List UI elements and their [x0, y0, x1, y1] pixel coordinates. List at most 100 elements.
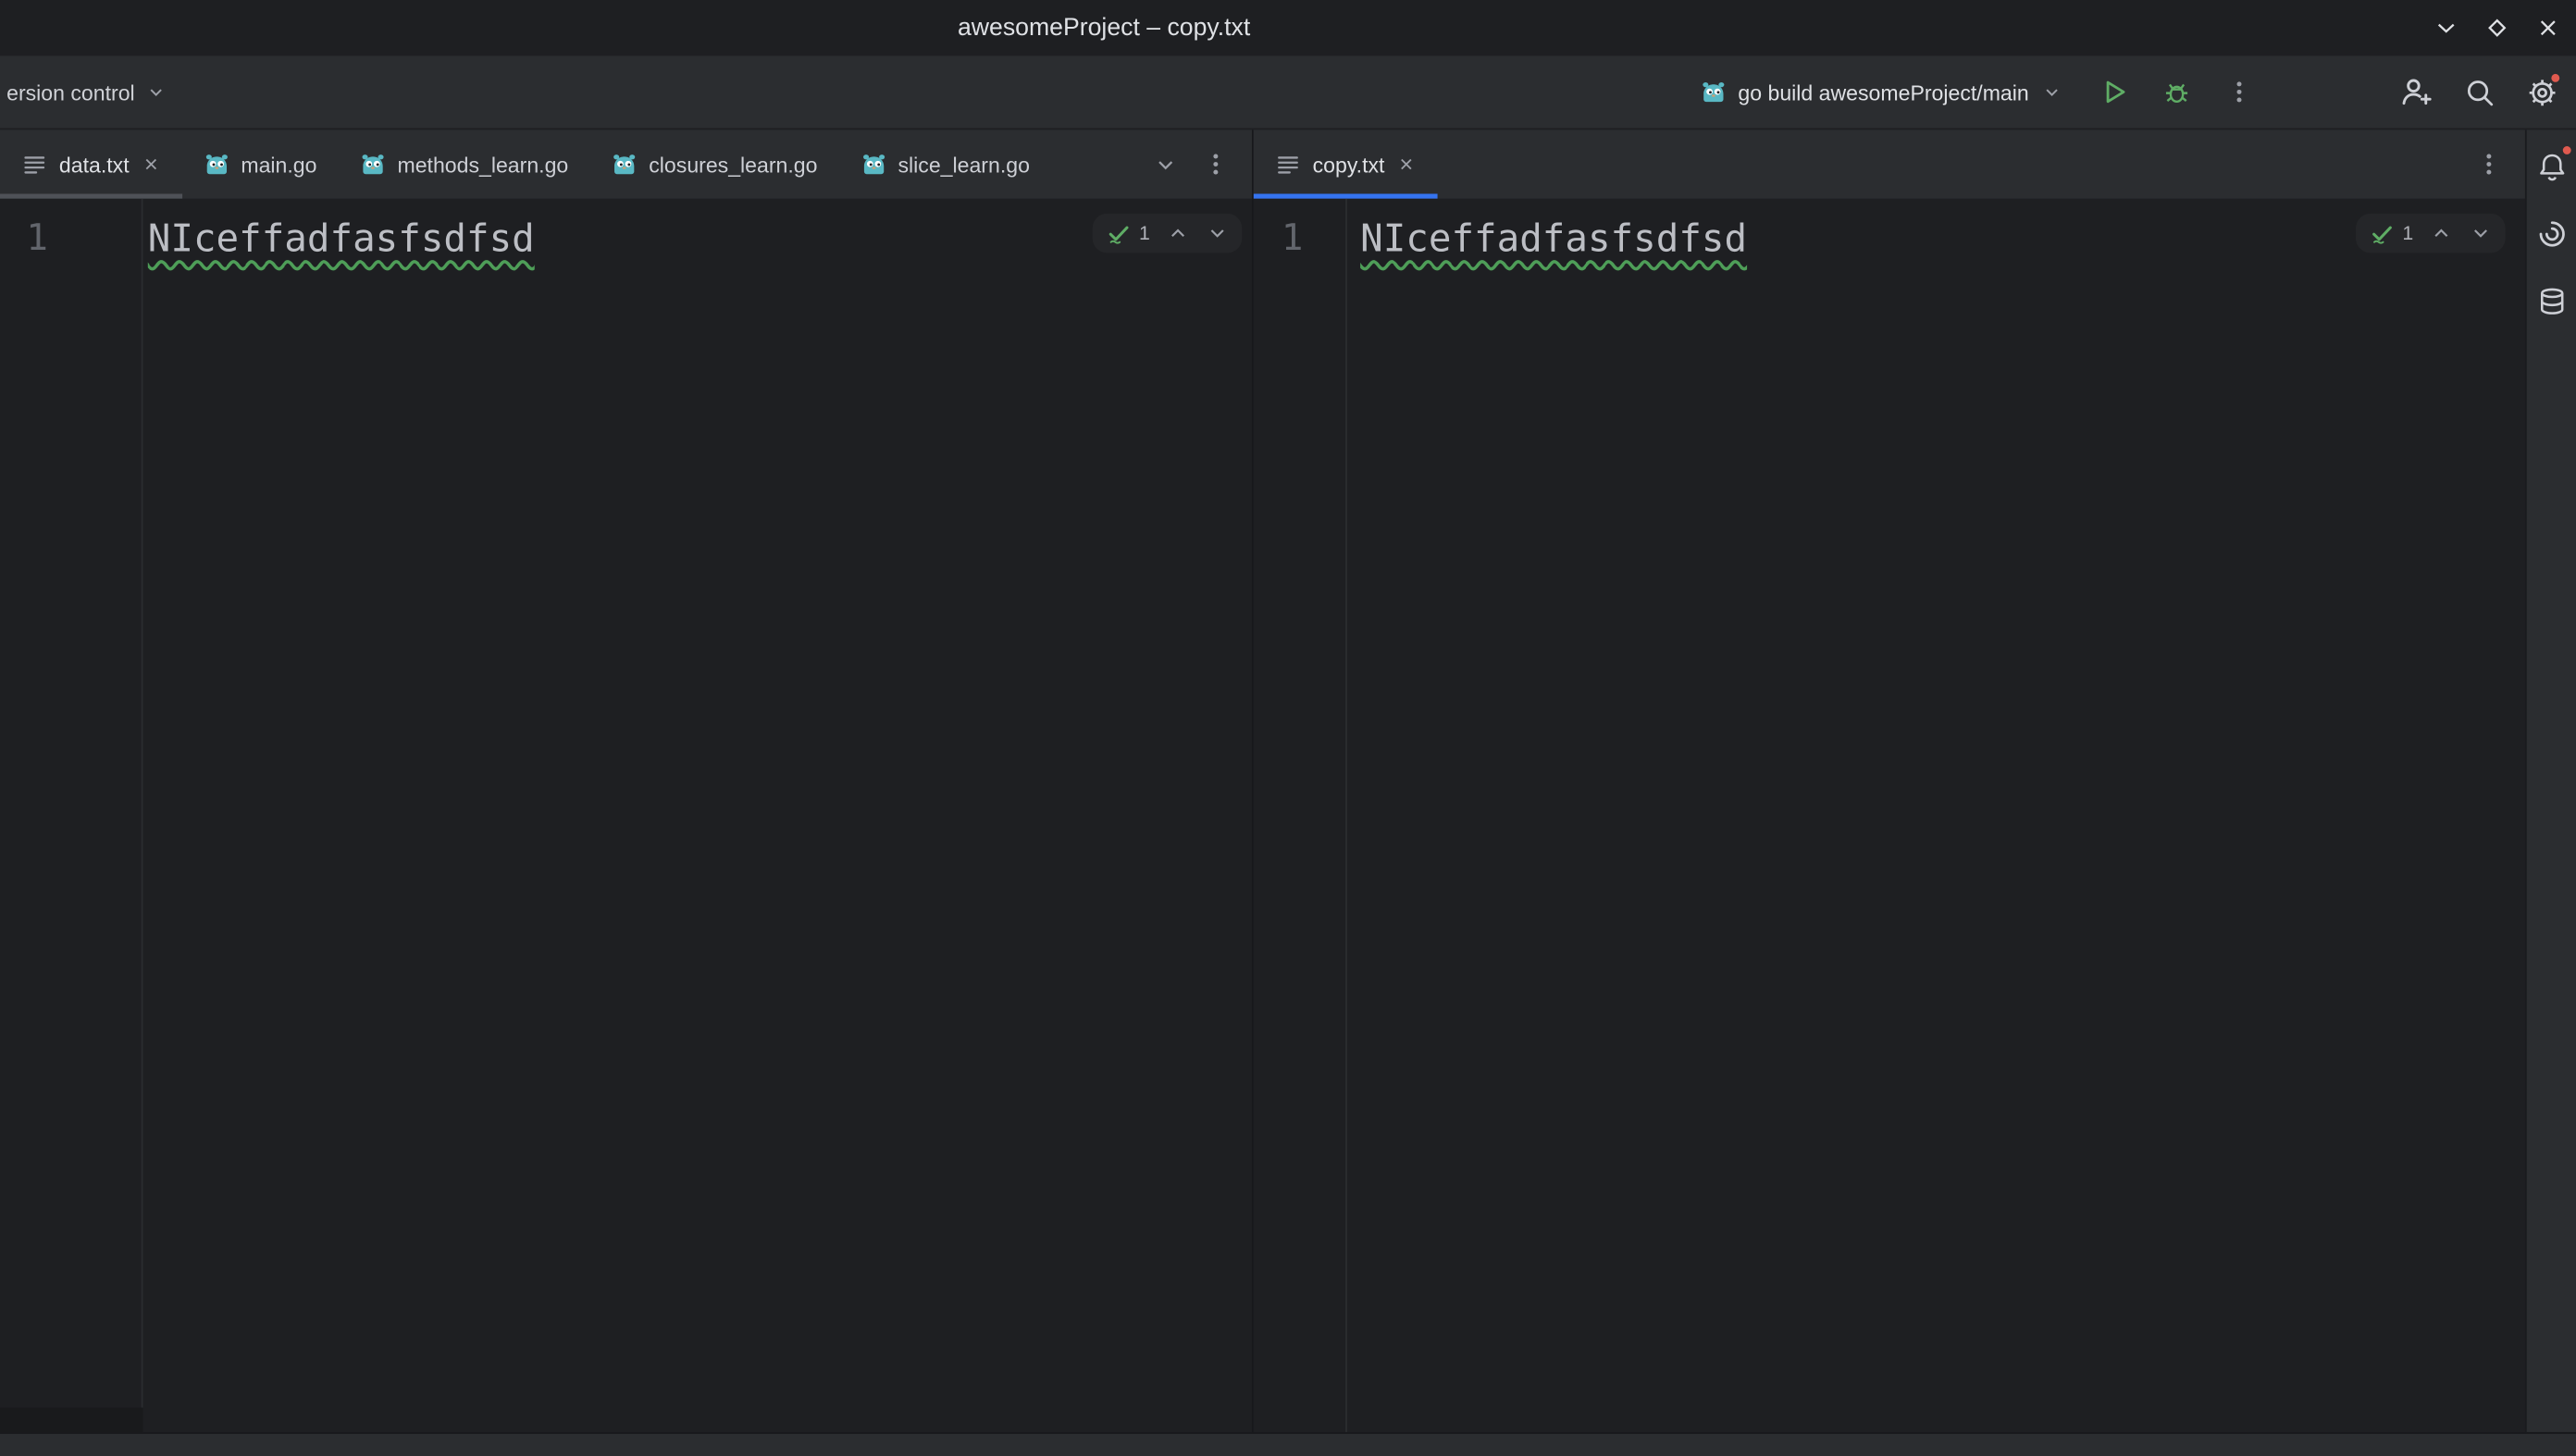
- maximize-button[interactable]: [2483, 13, 2512, 43]
- show-hidden-tabs-button[interactable]: [1153, 152, 1178, 177]
- inspections-ok-icon: [2370, 220, 2396, 246]
- tab-label: data.txt: [59, 152, 130, 177]
- run-button[interactable]: [2089, 68, 2138, 117]
- editor-group-left: data.txt main.go methods_learn.go: [0, 130, 1254, 1432]
- version-control-label: ersion control: [6, 80, 135, 105]
- code-line: NIceffadfasfsdfsd: [1360, 216, 1747, 263]
- debug-button[interactable]: [2152, 68, 2201, 117]
- go-gopher-icon: [1701, 79, 1727, 105]
- next-problem-button[interactable]: [2470, 222, 2493, 245]
- text-file-icon: [1275, 151, 1301, 177]
- next-problem-button[interactable]: [1206, 222, 1229, 245]
- inspections-ok-icon: [1106, 220, 1132, 246]
- chevron-down-icon: [1153, 152, 1178, 177]
- tab-label: slice_learn.go: [898, 152, 1029, 177]
- maximize-icon: [2484, 15, 2510, 41]
- inspection-count: 1: [2402, 222, 2413, 245]
- tab-label: main.go: [241, 152, 316, 177]
- chevron-down-icon: [2470, 222, 2493, 245]
- ai-assistant-icon: [2535, 217, 2567, 249]
- tab-data-txt[interactable]: data.txt: [0, 130, 181, 199]
- line-number: 1: [26, 216, 48, 263]
- previous-problem-button[interactable]: [1167, 222, 1190, 245]
- search-everywhere-button[interactable]: [2455, 68, 2504, 117]
- more-vertical-icon: [2476, 151, 2502, 177]
- tab-closures-learn-go[interactable]: closures_learn.go: [589, 130, 838, 199]
- editor-bottom-corner: [0, 1408, 142, 1433]
- typo-text: NIceffadfasfsdfsd: [1360, 218, 1747, 261]
- inspection-count: 1: [1139, 222, 1150, 245]
- version-control-widget[interactable]: ersion control: [0, 71, 174, 112]
- line-number: 1: [1282, 216, 1304, 263]
- go-gopher-icon: [204, 151, 229, 177]
- close-window-icon: [2535, 15, 2561, 41]
- close-icon[interactable]: [141, 154, 160, 174]
- chevron-down-icon: [1206, 222, 1229, 245]
- minimize-icon: [2434, 15, 2459, 41]
- status-bar: [0, 1432, 2576, 1456]
- go-gopher-icon: [360, 151, 386, 177]
- inspection-widget-left[interactable]: 1: [1093, 214, 1242, 253]
- right-tool-window-stripe: [2525, 130, 2576, 1432]
- main-area: data.txt main.go methods_learn.go: [0, 130, 2576, 1432]
- titlebar: awesomeProject – copy.txt: [0, 0, 2576, 56]
- editor-left[interactable]: 1 NIceffadfasfsdfsd 1: [0, 199, 1252, 1432]
- tab-copy-txt[interactable]: copy.txt: [1254, 130, 1438, 199]
- tab-label: copy.txt: [1313, 152, 1385, 177]
- tab-slice-learn-go[interactable]: slice_learn.go: [839, 130, 1051, 199]
- notifications-button[interactable]: [2528, 142, 2574, 189]
- go-gopher-icon: [611, 151, 637, 177]
- inspection-summary[interactable]: 1: [1106, 220, 1149, 246]
- ai-assistant-button[interactable]: [2528, 210, 2574, 256]
- add-user-icon: [2400, 76, 2434, 109]
- tab-methods-learn-go[interactable]: methods_learn.go: [339, 130, 590, 199]
- close-icon[interactable]: [1396, 154, 1416, 174]
- previous-problem-button[interactable]: [2430, 222, 2453, 245]
- go-gopher-icon: [861, 151, 886, 177]
- inspection-widget-right[interactable]: 1: [2357, 214, 2506, 253]
- chevron-up-icon: [2430, 222, 2453, 245]
- tabbar-left-controls: [1153, 130, 1252, 199]
- settings-button[interactable]: [2517, 68, 2566, 117]
- minimize-button[interactable]: [2432, 13, 2461, 43]
- tabbar-right: copy.txt: [1254, 130, 2525, 199]
- close-button[interactable]: [2533, 13, 2563, 43]
- tab-label: methods_learn.go: [397, 152, 568, 177]
- debug-icon: [2162, 77, 2192, 106]
- run-icon: [2099, 77, 2129, 106]
- more-vertical-icon: [2226, 79, 2252, 105]
- tab-main-go[interactable]: main.go: [181, 130, 338, 199]
- toolbar-more-button[interactable]: [2214, 68, 2263, 117]
- notifications-dot: [2561, 144, 2572, 155]
- notifications-bell-icon: [2535, 150, 2567, 181]
- tab-options-button[interactable]: [2476, 151, 2502, 177]
- editor-right-gutter: 1: [1254, 199, 1347, 1432]
- chevron-down-icon: [144, 80, 167, 104]
- run-configuration-selector[interactable]: go build awesomeProject/main: [1687, 70, 2076, 113]
- toolbar-spacer: [2277, 92, 2379, 93]
- database-button[interactable]: [2528, 278, 2574, 324]
- tab-label: closures_learn.go: [649, 152, 817, 177]
- toolbar-right-actions: go build awesomeProject/main: [1687, 56, 2576, 128]
- chevron-down-icon: [2040, 80, 2063, 104]
- tab-options-button[interactable]: [1203, 151, 1229, 177]
- chevron-up-icon: [1167, 222, 1190, 245]
- database-icon: [2535, 285, 2567, 316]
- typo-text: NIceffadfasfsdfsd: [148, 218, 535, 261]
- editor-left-gutter: 1: [0, 199, 142, 1432]
- add-user-button[interactable]: [2392, 68, 2441, 117]
- code-line: NIceffadfasfsdfsd: [148, 216, 535, 263]
- more-vertical-icon: [1203, 151, 1229, 177]
- text-file-icon: [21, 151, 47, 177]
- search-icon: [2463, 77, 2495, 108]
- inspection-summary[interactable]: 1: [2370, 220, 2413, 246]
- tabbar-left: data.txt main.go methods_learn.go: [0, 130, 1252, 199]
- window-title: awesomeProject – copy.txt: [958, 14, 1250, 42]
- ide-window: awesomeProject – copy.txt ersion control: [0, 0, 2576, 1456]
- editor-group-right: copy.txt 1 NIceffadfasfsdfsd: [1254, 130, 2525, 1432]
- settings-notification-dot: [2550, 72, 2561, 83]
- run-configuration-label: go build awesomeProject/main: [1738, 80, 2028, 105]
- main-toolbar: ersion control go build awesomeProject/m…: [0, 56, 2576, 130]
- window-controls: [2432, 0, 2563, 56]
- editor-right[interactable]: 1 NIceffadfasfsdfsd 1: [1254, 199, 2525, 1432]
